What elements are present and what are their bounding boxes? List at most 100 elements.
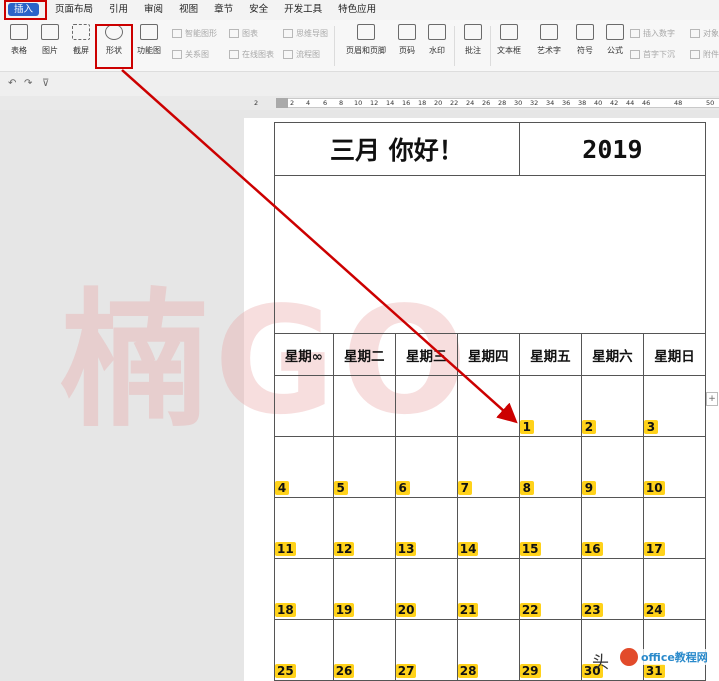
- day-cell[interactable]: 5: [332, 436, 396, 498]
- calendar-blank-cell[interactable]: [274, 175, 706, 334]
- day-cell[interactable]: 17: [642, 497, 707, 559]
- day-cell[interactable]: 9: [580, 436, 644, 498]
- day-cell[interactable]: 16: [580, 497, 644, 559]
- weekday-header[interactable]: 星期六: [580, 333, 644, 376]
- day-cell[interactable]: [274, 375, 334, 437]
- flowchart-button[interactable]: 流程图: [283, 49, 320, 60]
- weekday-header[interactable]: 星期∞: [274, 333, 334, 376]
- day-cell[interactable]: 29: [518, 619, 582, 681]
- day-cell[interactable]: [456, 375, 520, 437]
- attachment-button[interactable]: 附件: [690, 49, 719, 60]
- day-cell[interactable]: [332, 375, 396, 437]
- calendar-weeks: 1 2 3 4 5 6 7 8 9 10 11 12 13 14 15 16 17 18 19 20 21 22 23 24 2…: [274, 375, 707, 681]
- day-cell[interactable]: 26: [332, 619, 396, 681]
- tab-review[interactable]: 审阅: [136, 0, 171, 20]
- table-button[interactable]: 表格: [2, 24, 36, 56]
- weekday-header[interactable]: 星期二: [332, 333, 396, 376]
- insert-number-button[interactable]: 插入数字: [630, 28, 675, 39]
- day-cell[interactable]: 20: [394, 558, 458, 620]
- comment-button[interactable]: 批注: [456, 24, 490, 56]
- day-cell[interactable]: 23: [580, 558, 644, 620]
- chart-icon: [229, 29, 239, 38]
- calendar-year[interactable]: 2019: [518, 122, 707, 176]
- day-cell[interactable]: 28: [456, 619, 520, 681]
- word-art-button[interactable]: 艺术字: [532, 24, 566, 56]
- date-number: 1: [519, 420, 534, 434]
- day-cell[interactable]: 15: [518, 497, 582, 559]
- date-number: 16: [581, 542, 603, 556]
- picture-button[interactable]: 图片: [33, 24, 67, 56]
- tab-featured[interactable]: 特色应用: [330, 0, 384, 20]
- date-number: 2: [581, 420, 596, 434]
- first-letter-sink-button[interactable]: 首字下沉: [630, 49, 675, 60]
- ruler-mark: 22: [450, 99, 459, 107]
- symbol-button[interactable]: 符号: [568, 24, 602, 56]
- ruler-mark: 2: [254, 99, 259, 107]
- day-cell[interactable]: 1: [518, 375, 582, 437]
- tab-page-layout[interactable]: 页面布局: [47, 0, 101, 20]
- day-cell[interactable]: 7: [456, 436, 520, 498]
- day-cell[interactable]: 21: [456, 558, 520, 620]
- header-footer-button[interactable]: 页眉和页脚: [346, 24, 386, 56]
- day-cell[interactable]: 12: [332, 497, 396, 559]
- calendar-table[interactable]: 三月 你好！ 2019 星期∞ 星期二 星期三 星期四 星期五 星期六 星期日 …: [274, 122, 707, 681]
- tab-developer[interactable]: 开发工具: [276, 0, 330, 20]
- date-number: 3: [643, 420, 658, 434]
- customize-icon[interactable]: ⊽: [42, 78, 49, 89]
- object-button[interactable]: 对象: [690, 28, 719, 39]
- function-chart-button[interactable]: 功能图: [132, 24, 166, 56]
- add-column-handle[interactable]: +: [706, 392, 718, 406]
- day-cell[interactable]: 8: [518, 436, 582, 498]
- day-cell[interactable]: 10: [642, 436, 707, 498]
- page-number-button[interactable]: 页码: [390, 24, 424, 56]
- tab-view[interactable]: 视图: [171, 0, 206, 20]
- ruler-mark: 4: [306, 99, 311, 107]
- date-number: 5: [333, 481, 348, 495]
- watermark-icon: [428, 24, 446, 40]
- date-number: 10: [643, 481, 665, 495]
- insert-number-icon: [630, 29, 640, 38]
- day-cell[interactable]: [394, 375, 458, 437]
- ruler-mark: 40: [594, 99, 603, 107]
- day-cell[interactable]: 24: [642, 558, 707, 620]
- day-cell[interactable]: 6: [394, 436, 458, 498]
- day-cell[interactable]: 18: [274, 558, 334, 620]
- weekday-header[interactable]: 星期日: [642, 333, 707, 376]
- mind-map-button[interactable]: 思维导图: [283, 28, 328, 39]
- redo-icon[interactable]: ↷: [24, 78, 32, 89]
- day-cell[interactable]: 4: [274, 436, 334, 498]
- tab-references[interactable]: 引用: [101, 0, 136, 20]
- day-cell[interactable]: 2: [580, 375, 644, 437]
- day-cell[interactable]: 14: [456, 497, 520, 559]
- smart-shape-button[interactable]: 智能图形: [172, 28, 217, 39]
- day-cell[interactable]: 22: [518, 558, 582, 620]
- date-number: 6: [395, 481, 410, 495]
- day-cell[interactable]: 19: [332, 558, 396, 620]
- chart-button[interactable]: 图表: [229, 28, 258, 39]
- weekday-header[interactable]: 星期五: [518, 333, 582, 376]
- weekday-header[interactable]: 星期三: [394, 333, 458, 376]
- ruler-mark: 12: [370, 99, 379, 107]
- formula-button[interactable]: 公式: [598, 24, 632, 56]
- undo-icon[interactable]: ↶: [8, 78, 16, 89]
- tab-security[interactable]: 安全: [241, 0, 276, 20]
- day-cell[interactable]: 25: [274, 619, 334, 681]
- day-cell[interactable]: 13: [394, 497, 458, 559]
- relation-chart-button[interactable]: 关系图: [172, 49, 209, 60]
- ruler-mark: 6: [323, 99, 328, 107]
- watermark-button[interactable]: 水印: [420, 24, 454, 56]
- day-cell[interactable]: 27: [394, 619, 458, 681]
- online-chart-button[interactable]: 在线图表: [229, 49, 274, 60]
- ruler-mark: 46: [642, 99, 651, 107]
- date-number: 14: [457, 542, 479, 556]
- screenshot-button[interactable]: 截屏: [64, 24, 98, 56]
- tab-section[interactable]: 章节: [206, 0, 241, 20]
- object-icon: [690, 29, 700, 38]
- day-cell[interactable]: 11: [274, 497, 334, 559]
- day-cell[interactable]: 3: [642, 375, 707, 437]
- site-watermark: office教程网: [620, 648, 708, 666]
- calendar-title[interactable]: 三月 你好！: [274, 122, 520, 176]
- textbox-button[interactable]: 文本框: [492, 24, 526, 56]
- weekday-header[interactable]: 星期四: [456, 333, 520, 376]
- date-number: 13: [395, 542, 417, 556]
